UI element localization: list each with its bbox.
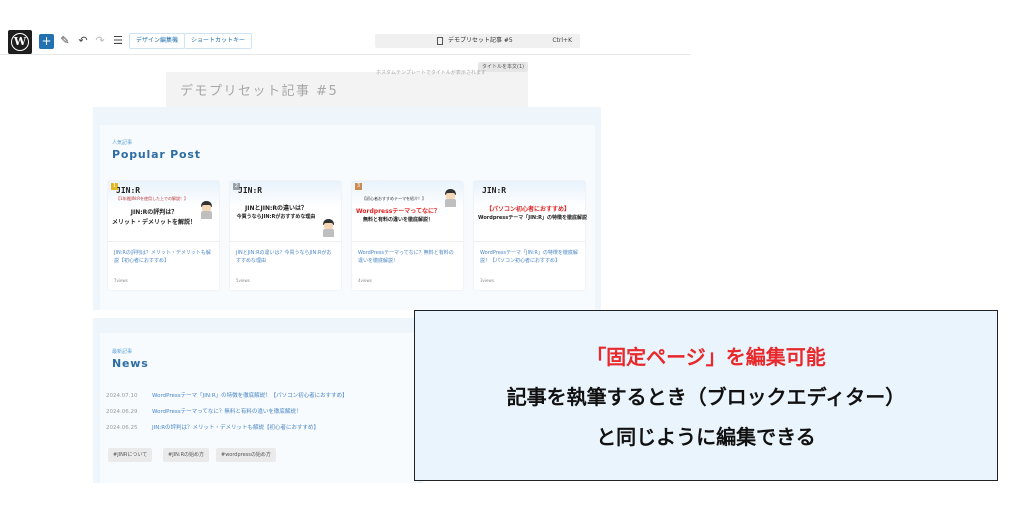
jinr-logo: JIN:R: [238, 186, 263, 195]
news-item[interactable]: 2024.07.10 WordPressテーマ「JIN:R」の特徴を徹底解説！【パ…: [106, 391, 348, 399]
thumb-caption: 【初心者おすすめテーマを紹介！】: [362, 196, 426, 201]
jinr-logo: JIN:R: [482, 186, 507, 195]
callout-line: と同じように編集できる: [596, 425, 816, 449]
post-thumbnail: 1 JIN:R 【1年間JIN:Rを使用した上での解説！】 JIN:Rの評判は？…: [108, 181, 219, 242]
news-title[interactable]: WordPressテーマ「JIN:R」の特徴を徹底解説！【パソコン初心者におすす…: [152, 393, 348, 399]
document-title: デモプリセット記事 #5: [448, 37, 513, 44]
thumb-headline: Wordpressテーマってなに？: [356, 208, 440, 215]
annotation-callout: 「固定ページ」を編集可能 記事を執筆するとき（ブロックエディター） と同じように…: [414, 310, 998, 481]
thumb-headline: 【パソコン初心者におすすめ】: [485, 206, 570, 213]
news-item[interactable]: 2024.06.25 JIN:Rの評判は？メリット・デメリットも解説【初心者におす…: [106, 423, 319, 431]
document-icon: [437, 37, 443, 45]
news-title[interactable]: JIN:Rの評判は？メリット・デメリットも解説【初心者におすすめ】: [152, 425, 319, 431]
page-title[interactable]: デモプリセット記事 #5: [180, 80, 338, 99]
add-block-button[interactable]: +: [39, 34, 54, 49]
post-card-title[interactable]: WordPressテーマ「JIN:R」の特徴を徹底解説！【パソコン初心者におすす…: [480, 249, 580, 265]
wordpress-logo-icon[interactable]: W: [8, 30, 32, 54]
callout-line: 記事を執筆するとき（ブロックエディター）: [506, 385, 906, 409]
editor-toolbar: W + ✎ ↶ ↷ ☰ デザイン編集機 ショートカットキー デモプリセット記事 …: [0, 0, 690, 55]
news-date: 2024.06.25: [106, 425, 138, 431]
title-hint: ホスタムテンプレートでタイトルが表示されます: [376, 70, 486, 76]
news-heading: News: [112, 357, 149, 370]
thumb-headline: JIN:Rの評判は？: [130, 209, 178, 216]
pen-tool-icon[interactable]: ✎: [58, 34, 72, 48]
popular-subheading: 人気記事: [112, 140, 133, 146]
shortcut-kbd: Ctrl+K: [552, 37, 572, 44]
post-card-views: 3views: [480, 278, 494, 283]
post-card-views: 5views: [236, 278, 250, 283]
document-overview-icon[interactable]: ☰: [111, 34, 125, 48]
post-card-views: 4views: [358, 278, 372, 283]
news-item[interactable]: 2024.06.29 WordPressテーマってなに？無料と有料の違いを徹底解説…: [106, 407, 301, 415]
command-palette-bar[interactable]: デモプリセット記事 #5 Ctrl+K: [375, 34, 580, 48]
post-card-views: 7views: [114, 278, 128, 283]
tag-chip[interactable]: #JIN:Rの始め方: [163, 448, 210, 462]
news-title[interactable]: WordPressテーマってなに？無料と有料の違いを徹底解説！: [152, 409, 301, 415]
thumb-headline: JINとJIN:Rの違いは？: [245, 205, 307, 212]
post-card[interactable]: JIN:R 【パソコン初心者におすすめ】 Wordpressテーマ「JIN:R」…: [474, 181, 587, 290]
post-card-title[interactable]: JINとJIN:Rの違いは？今買うならJIN:Rがおすすめな理由: [236, 249, 336, 265]
character-illustration-icon: [444, 189, 457, 207]
tag-chip[interactable]: #wordpressの始め方: [216, 448, 276, 462]
post-thumbnail: 2 JIN:R JINとJIN:Rの違いは？ 今買うならJIN:Rがおすすめな理…: [230, 181, 341, 242]
character-illustration-icon: [200, 201, 213, 219]
shortcut-key-button[interactable]: ショートカットキー: [184, 33, 253, 49]
post-thumbnail: 3 【初心者おすすめテーマを紹介！】 Wordpressテーマってなに？ 無料と…: [352, 181, 463, 242]
post-card[interactable]: 1 JIN:R 【1年間JIN:Rを使用した上での解説！】 JIN:Rの評判は？…: [108, 181, 219, 290]
jinr-logo: JIN:R: [116, 186, 141, 195]
thumb-caption: 【1年間JIN:Rを使用した上での解説！】: [116, 196, 189, 201]
news-date: 2024.07.10: [106, 393, 138, 399]
post-thumbnail: JIN:R 【パソコン初心者におすすめ】 Wordpressテーマ「JIN:R」…: [474, 181, 587, 242]
post-card[interactable]: 3 【初心者おすすめテーマを紹介！】 Wordpressテーマってなに？ 無料と…: [352, 181, 463, 290]
thumb-subline: Wordpressテーマ「JIN:R」の特徴を徹底解説: [478, 215, 587, 221]
rank-badge: 3: [355, 183, 362, 190]
thumb-subline: 無料と有料の違いを徹底解説！: [362, 217, 433, 223]
tag-chip[interactable]: #JINRについて: [108, 448, 153, 462]
news-date: 2024.06.29: [106, 409, 138, 415]
redo-icon[interactable]: ↷: [93, 34, 107, 48]
post-card-title[interactable]: WordPressテーマってなに？無料と有料の違いを徹底解説！: [358, 249, 458, 265]
news-subheading: 最新記事: [112, 349, 133, 355]
character-illustration-icon: [322, 219, 335, 237]
design-edit-button[interactable]: デザイン編集機: [129, 33, 186, 49]
post-card-title[interactable]: JIN:Rの評判は？メリット・デメリットも解説【初心者におすすめ】: [114, 249, 214, 265]
undo-icon[interactable]: ↶: [76, 34, 90, 48]
popular-heading: Popular Post: [112, 148, 201, 161]
callout-headline: 「固定ページ」を編集可能: [586, 345, 826, 369]
post-card[interactable]: 2 JIN:R JINとJIN:Rの違いは？ 今買うならJIN:Rがおすすめな理…: [230, 181, 341, 290]
editor-screen: W + ✎ ↶ ↷ ☰ デザイン編集機 ショートカットキー デモプリセット記事 …: [0, 0, 1024, 512]
thumb-subline: 今買うならJIN:Rがおすすめな理由: [236, 214, 316, 220]
thumb-subline: メリット・デメリットを解説！: [112, 219, 197, 226]
